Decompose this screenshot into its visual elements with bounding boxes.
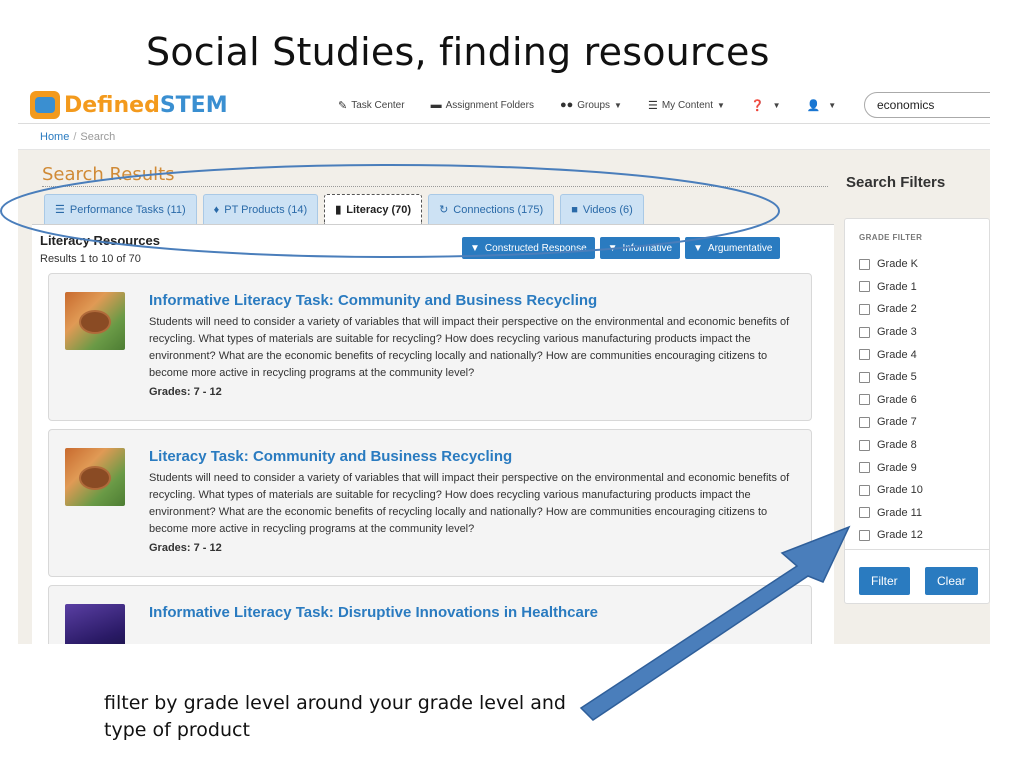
top-navbar: DefinedSTEM ✎ Task Center ▬ Assignment Fol… <box>18 86 990 124</box>
checkbox[interactable] <box>859 484 870 496</box>
filter-icon: ▼ <box>470 242 480 254</box>
help-icon: ❓ <box>750 99 765 112</box>
search-results: Search Results ☰ Performance Tasks (11) ♦… <box>32 156 834 644</box>
breadcrumb-home[interactable]: Home <box>40 131 69 143</box>
checkbox[interactable] <box>859 281 870 293</box>
result-card: Informative Literacy Task: Community and… <box>48 273 812 421</box>
filter-icon: ▼ <box>607 242 618 254</box>
book-icon: ▮ <box>335 204 342 216</box>
tab-literacy[interactable]: ▮ Literacy (70) <box>324 194 423 224</box>
grade-checkbox-row[interactable]: Grade 1 <box>859 276 923 299</box>
grade-checkbox-row[interactable]: Grade 11 <box>859 502 923 525</box>
checkbox[interactable] <box>859 507 870 519</box>
checkbox[interactable] <box>859 462 870 474</box>
tab-videos[interactable]: ■ Videos (6) <box>560 194 644 224</box>
tab-performance-tasks[interactable]: ☰ Performance Tasks (11) <box>44 194 197 224</box>
result-title-link[interactable]: Informative Literacy Task: Disruptive In… <box>149 604 598 621</box>
results-divider <box>42 186 828 187</box>
nav-help[interactable]: ❓ ▼ <box>751 99 781 112</box>
result-card: Literacy Task: Community and Business Re… <box>48 429 812 577</box>
folder-icon: ▬ <box>430 99 442 111</box>
result-description: Students will need to consider a variety… <box>149 472 790 535</box>
tab-connections[interactable]: ↻ Connections (175) <box>428 194 555 224</box>
edit-icon: ✎ <box>338 99 348 112</box>
breadcrumb: Home / Search <box>18 124 990 150</box>
filter-divider <box>845 549 990 550</box>
grade-checkbox-row[interactable]: Grade 9 <box>859 456 923 479</box>
checkbox[interactable] <box>859 326 870 338</box>
checkbox[interactable] <box>859 416 870 428</box>
grade-checkbox-row[interactable]: Grade 7 <box>859 411 923 434</box>
grade-checkbox-list: Grade K Grade 1 Grade 2 Grade 3 Grade 4 … <box>859 253 923 547</box>
results-title: Search Results <box>42 164 175 185</box>
list-icon: ☰ <box>55 204 65 216</box>
breadcrumb-separator: / <box>73 131 77 143</box>
checkbox[interactable] <box>859 258 870 270</box>
filter-button[interactable]: Filter <box>859 567 910 595</box>
grade-filter-label: GRADE FILTER <box>859 233 923 242</box>
result-thumbnail[interactable] <box>65 604 125 644</box>
result-grades: Grades: 7 - 12 <box>149 542 222 554</box>
checkbox[interactable] <box>859 529 870 541</box>
result-title-link[interactable]: Literacy Task: Community and Business Re… <box>149 448 512 465</box>
result-description: Students will need to consider a variety… <box>149 316 790 379</box>
result-tabs: ☰ Performance Tasks (11) ♦ PT Products (14… <box>44 194 650 224</box>
result-grades: Grades: 7 - 12 <box>149 386 222 398</box>
refresh-icon: ↻ <box>439 204 449 216</box>
argumentative-button[interactable]: ▼ Argumentative <box>685 237 781 259</box>
grade-checkbox-row[interactable]: Grade 5 <box>859 366 923 389</box>
result-thumbnail[interactable] <box>65 448 125 506</box>
list-icon: ☰ <box>647 99 658 112</box>
checkbox[interactable] <box>859 394 870 406</box>
clear-button[interactable]: Clear <box>925 567 978 595</box>
results-count: Results 1 to 10 of 70 <box>40 253 141 265</box>
nav-my-content[interactable]: ☰ My Content ▼ <box>648 99 725 112</box>
chevron-down-icon: ▼ <box>772 100 781 110</box>
nav-task-center[interactable]: ✎ Task Center <box>338 99 405 112</box>
checkbox[interactable] <box>859 303 870 315</box>
result-card: Informative Literacy Task: Disruptive In… <box>48 585 812 644</box>
checkbox[interactable] <box>859 439 870 451</box>
grade-checkbox-row[interactable]: Grade 2 <box>859 298 923 321</box>
grade-checkbox-row[interactable]: Grade 4 <box>859 343 923 366</box>
checkbox[interactable] <box>859 371 870 383</box>
informative-button[interactable]: ▼ Informative <box>599 237 681 259</box>
literacy-heading: Literacy Resources <box>40 233 160 248</box>
search-input[interactable] <box>864 92 990 118</box>
nav-groups[interactable]: ●● Groups ▼ <box>560 99 622 111</box>
video-camera-icon: ■ <box>571 203 578 216</box>
logo[interactable]: DefinedSTEM <box>30 90 228 120</box>
constructed-response-button[interactable]: ▼ Constructed Response <box>462 237 595 259</box>
grade-checkbox-row[interactable]: Grade 10 <box>859 479 923 502</box>
drop-icon: ♦ <box>213 203 220 216</box>
tab-pt-products[interactable]: ♦ PT Products (14) <box>202 194 319 224</box>
users-icon: ●● <box>559 99 574 111</box>
filters-title: Search Filters <box>846 174 946 191</box>
user-icon: 👤 <box>806 99 821 112</box>
chevron-down-icon: ▼ <box>828 100 837 110</box>
grade-checkbox-row[interactable]: Grade 12 <box>859 524 923 547</box>
app-screenshot: DefinedSTEM ✎ Task Center ▬ Assignment Fol… <box>18 86 990 644</box>
slide-caption: filter by grade level around your grade … <box>104 692 566 741</box>
literacy-panel: Literacy Resources Results 1 to 10 of 70… <box>32 224 834 644</box>
chevron-down-icon: ▼ <box>716 100 725 110</box>
nav-user[interactable]: 👤 ▼ <box>807 99 837 112</box>
type-filter-buttons: ▼ Constructed Response ▼ Informative ▼ Argu… <box>462 237 785 259</box>
logo-icon <box>30 91 60 119</box>
nav-assignment-folders[interactable]: ▬ Assignment Folders <box>431 99 534 111</box>
nav-menu: ✎ Task Center ▬ Assignment Folders ●● Group… <box>338 86 862 124</box>
result-thumbnail[interactable] <box>65 292 125 350</box>
grade-checkbox-row[interactable]: Grade 3 <box>859 321 923 344</box>
checkbox[interactable] <box>859 349 870 361</box>
grade-checkbox-row[interactable]: Grade 6 <box>859 389 923 412</box>
grade-filter-panel: GRADE FILTER Grade K Grade 1 Grade 2 Gra… <box>844 218 990 604</box>
logo-text: DefinedSTEM <box>64 92 228 118</box>
slide-title: Social Studies, finding resources <box>146 30 770 74</box>
result-title-link[interactable]: Informative Literacy Task: Community and… <box>149 292 597 309</box>
grade-checkbox-row[interactable]: Grade 8 <box>859 434 923 457</box>
chevron-down-icon: ▼ <box>614 100 622 110</box>
grade-checkbox-row[interactable]: Grade K <box>859 253 923 276</box>
breadcrumb-current: Search <box>80 131 116 143</box>
filter-icon: ▼ <box>693 242 703 254</box>
